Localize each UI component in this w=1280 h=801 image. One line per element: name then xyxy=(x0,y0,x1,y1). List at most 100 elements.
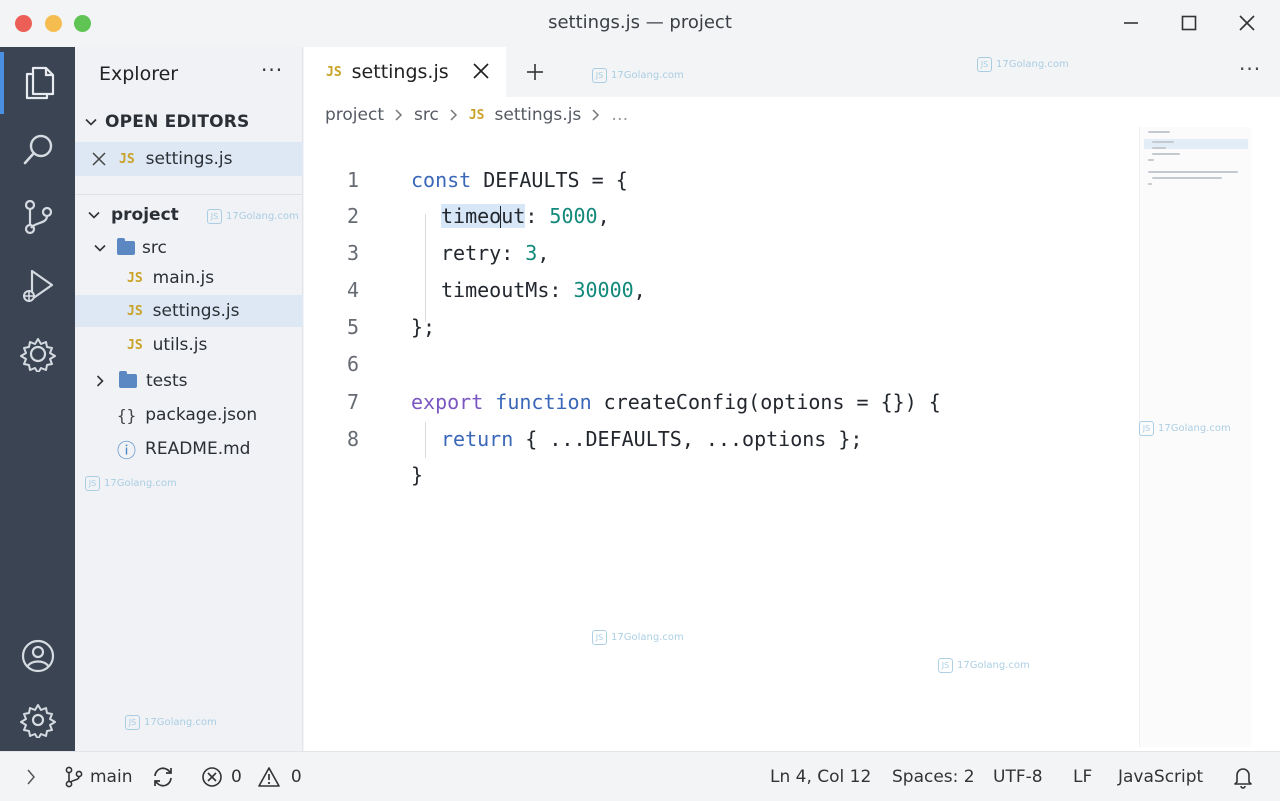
chevron-down-icon xyxy=(81,115,101,129)
code-token: { ...DEFAULTS, ...options }; xyxy=(513,427,863,451)
branch-name: main xyxy=(90,767,133,787)
tree-item-label: README.md xyxy=(145,439,251,459)
watermark-logo-icon: JS xyxy=(592,630,607,645)
code-token: 5000 xyxy=(549,203,598,228)
tree-file-main-js[interactable]: JS main.js xyxy=(75,262,303,294)
breadcrumb-item[interactable]: project xyxy=(325,105,384,125)
warning-icon xyxy=(257,766,281,788)
open-editor-label: settings.js xyxy=(145,149,233,169)
account-icon[interactable] xyxy=(0,625,75,687)
watermark-text: 17Golang.com xyxy=(1158,423,1231,434)
files-icon[interactable] xyxy=(0,52,75,114)
js-file-icon: JS xyxy=(119,151,135,167)
tree-file-utils-js[interactable]: JS utils.js xyxy=(75,329,303,361)
remote-indicator-icon[interactable] xyxy=(24,752,40,801)
open-editor-item[interactable]: JS settings.js xyxy=(75,142,303,176)
tree-file-package-json[interactable]: {} package.json xyxy=(75,399,303,431)
js-file-icon: JS xyxy=(127,270,143,286)
watermark: JS 17Golang.com xyxy=(1139,421,1231,436)
close-editor-icon[interactable] xyxy=(92,152,106,166)
explorer-more-actions-icon[interactable]: ··· xyxy=(261,58,283,82)
indentation-setting[interactable]: Spaces: 2 xyxy=(892,752,975,801)
notifications-bell-icon[interactable] xyxy=(1232,752,1254,801)
sync-icon[interactable] xyxy=(151,752,175,801)
code-token: retry: xyxy=(441,241,526,265)
branch-indicator[interactable]: main xyxy=(64,752,132,801)
warning-count: 0 xyxy=(290,767,302,787)
chevron-down-icon xyxy=(85,208,103,222)
minimap-line xyxy=(1148,171,1238,173)
tab-strip: JS settings.js ··· xyxy=(304,47,1280,97)
minimap[interactable] xyxy=(1139,127,1251,747)
source-control-icon[interactable] xyxy=(0,186,75,248)
settings-gear-icon[interactable] xyxy=(0,689,75,751)
watermark-text: 17Golang.com xyxy=(144,717,217,728)
watermark-logo-icon: JS xyxy=(938,658,953,673)
breadcrumb-item[interactable]: … xyxy=(611,105,628,125)
code-token: return xyxy=(441,427,514,451)
code-token: } xyxy=(411,463,424,487)
watermark-text: 17Golang.com xyxy=(611,70,684,81)
info-icon: ⓘ xyxy=(117,439,137,462)
language-mode[interactable]: JavaScript xyxy=(1118,752,1203,801)
code-token: }; xyxy=(411,315,436,339)
new-tab-plus-icon[interactable] xyxy=(522,59,548,85)
open-editors-label: OPEN EDITORS xyxy=(105,112,250,132)
activity-bar xyxy=(0,47,75,751)
watermark-text: 17Golang.com xyxy=(957,660,1030,671)
close-icon[interactable] xyxy=(1234,10,1260,36)
line-number: 2 xyxy=(346,204,360,228)
watermark: JS 17Golang.com xyxy=(125,715,217,730)
run-debug-icon[interactable] xyxy=(0,255,75,317)
explorer-title: Explorer xyxy=(99,63,179,85)
tree-item-label: main.js xyxy=(152,268,215,288)
editor-more-actions-icon[interactable]: ··· xyxy=(1239,57,1261,81)
tree-item-label: settings.js xyxy=(152,301,240,321)
breadcrumb-item[interactable]: src xyxy=(414,105,439,125)
extensions-icon[interactable] xyxy=(0,323,75,385)
encoding-setting[interactable]: UTF-8 xyxy=(993,752,1043,801)
chevron-right-icon xyxy=(394,108,404,122)
watermark-logo-icon: JS xyxy=(1139,421,1154,436)
watermark: JS 17Golang.com xyxy=(938,658,1030,673)
line-ending-setting[interactable]: LF xyxy=(1073,752,1092,801)
tree-folder-tests[interactable]: tests xyxy=(75,365,303,397)
status-bar: main 0 0 Ln 4, Col 12 Spaces: 2 UTF-8 LF… xyxy=(0,751,1280,801)
minimize-icon[interactable] xyxy=(1118,10,1144,36)
code-token: function xyxy=(495,390,592,414)
line-number: 1 xyxy=(346,168,360,192)
tree-file-settings-js[interactable]: JS settings.js xyxy=(75,295,303,327)
code-token: 30000 xyxy=(573,278,634,302)
watermark: JS 17Golang.com xyxy=(85,476,177,491)
watermark: JS 17Golang.com xyxy=(592,68,684,83)
tree-folder-src[interactable]: src xyxy=(75,232,303,264)
watermark-text: 17Golang.com xyxy=(226,211,299,222)
maximize-icon[interactable] xyxy=(1176,10,1202,36)
code-token: createConfig(options = {}) { xyxy=(591,390,941,414)
watermark-logo-icon: JS xyxy=(85,476,100,491)
code-token: ut xyxy=(501,203,526,228)
js-file-icon: JS xyxy=(326,64,342,80)
minimap-line xyxy=(1152,177,1222,179)
minimap-line xyxy=(1152,153,1180,155)
watermark: JS 17Golang.com xyxy=(592,630,684,645)
open-editors-header[interactable]: OPEN EDITORS xyxy=(75,107,303,137)
search-icon[interactable] xyxy=(0,119,75,181)
watermark-text: 17Golang.com xyxy=(104,478,177,489)
error-icon xyxy=(201,766,223,788)
chevron-right-icon xyxy=(591,108,601,122)
breadcrumb-item[interactable]: settings.js xyxy=(495,105,582,125)
code-token: , xyxy=(537,241,550,265)
title-bar: settings.js — project xyxy=(0,0,1280,47)
git-branch-icon xyxy=(64,766,84,788)
sidebar-divider xyxy=(75,194,303,195)
code-token: , xyxy=(633,278,646,302)
tree-item-label: src xyxy=(142,238,167,258)
problems-indicator[interactable]: 0 0 xyxy=(201,752,302,801)
close-tab-icon[interactable] xyxy=(472,62,490,84)
tab-settings-js[interactable]: JS settings.js xyxy=(304,47,506,97)
cursor-position[interactable]: Ln 4, Col 12 xyxy=(770,752,871,801)
tree-file-readme-md[interactable]: ⓘ README.md xyxy=(75,433,303,465)
watermark-text: 17Golang.com xyxy=(611,632,684,643)
tab-label: settings.js xyxy=(351,61,449,83)
